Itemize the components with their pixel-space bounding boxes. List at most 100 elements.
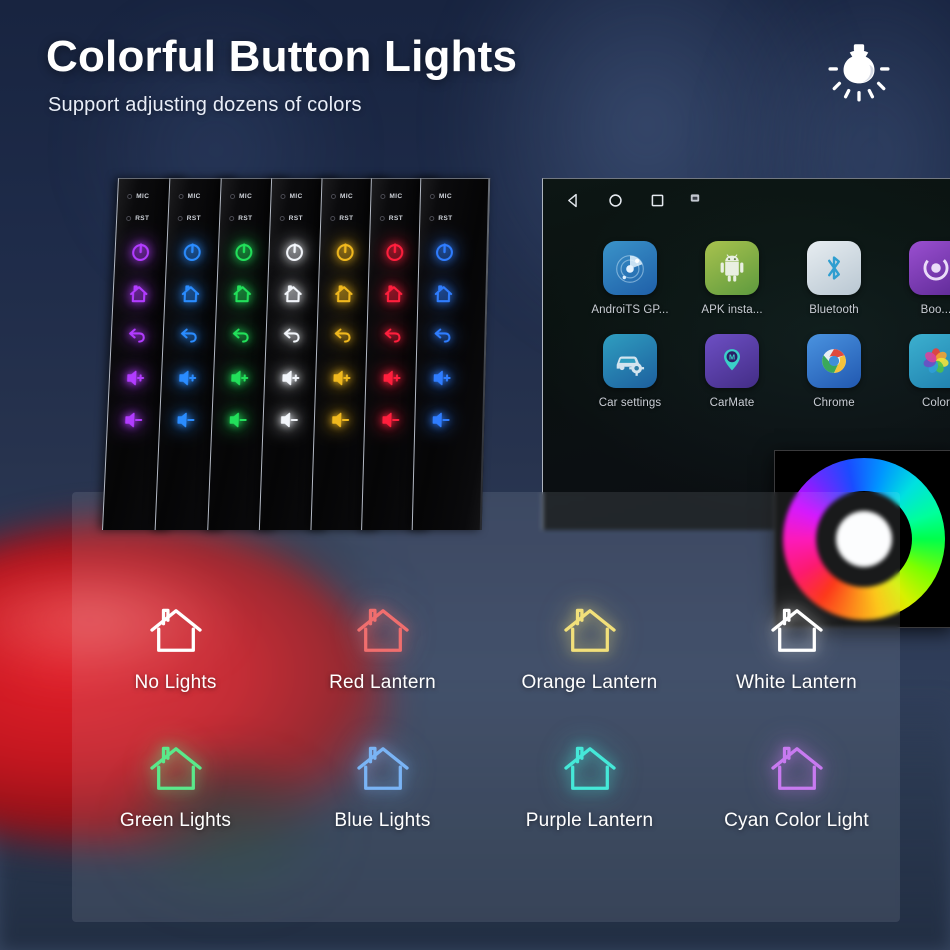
rst-hole[interactable] <box>177 216 183 221</box>
house-lantern-icon[interactable] <box>354 744 412 794</box>
home-icon[interactable] <box>333 283 356 305</box>
lantern-option[interactable]: Cyan Color Light <box>693 744 900 832</box>
mic-hole <box>380 194 386 199</box>
rst-label: RST <box>438 215 453 222</box>
volume-down-icon[interactable] <box>429 409 452 431</box>
android-navigation-bar <box>543 179 950 219</box>
header: Colorful Button Lights Support adjusting… <box>0 0 950 150</box>
home-icon[interactable] <box>282 283 305 305</box>
power-icon[interactable] <box>283 241 306 263</box>
power-icon[interactable] <box>334 241 357 263</box>
volume-up-icon[interactable] <box>380 367 403 389</box>
home-circle-icon[interactable] <box>607 192 624 209</box>
rst-label: RST <box>339 215 354 222</box>
home-icon[interactable] <box>127 283 150 305</box>
house-lantern-icon[interactable] <box>354 606 412 656</box>
app-tile[interactable] <box>909 241 950 295</box>
android-robot-icon <box>720 254 744 282</box>
volume-down-icon[interactable] <box>329 409 352 431</box>
back-icon[interactable] <box>381 325 404 347</box>
rst-hole[interactable] <box>330 216 336 221</box>
app-label: Car settings <box>598 397 662 409</box>
rst-hole[interactable] <box>379 216 385 221</box>
lantern-grid: No Lights Red Lantern Orange Lantern Whi… <box>72 606 900 832</box>
gps-radar-icon <box>616 255 644 283</box>
rst-hole[interactable] <box>279 216 285 221</box>
lantern-label: Blue Lights <box>334 810 431 831</box>
app-cell[interactable]: Color <box>885 334 950 409</box>
power-icon[interactable] <box>232 241 255 263</box>
app-label: Boo... <box>920 304 950 316</box>
volume-up-icon[interactable] <box>176 367 199 389</box>
lantern-option[interactable]: No Lights <box>72 606 279 694</box>
volume-up-icon[interactable] <box>330 367 353 389</box>
app-tile[interactable] <box>705 241 759 295</box>
volume-down-icon[interactable] <box>379 409 402 431</box>
app-cell[interactable]: APK insta... <box>681 241 783 316</box>
volume-down-icon[interactable] <box>174 409 197 431</box>
power-icon[interactable] <box>181 241 204 263</box>
volume-up-icon[interactable] <box>279 367 302 389</box>
mic-hole <box>229 194 236 199</box>
house-lantern-icon[interactable] <box>147 606 205 656</box>
volume-up-icon[interactable] <box>430 367 453 389</box>
back-icon[interactable] <box>229 325 252 347</box>
mic-label: MIC <box>135 193 150 200</box>
app-cell[interactable]: Car settings <box>579 334 681 409</box>
back-icon[interactable] <box>280 325 303 347</box>
lantern-option[interactable]: Green Lights <box>72 744 279 832</box>
volume-up-icon[interactable] <box>123 367 146 389</box>
mic-label: MIC <box>389 193 403 200</box>
lantern-label: Red Lantern <box>329 672 436 693</box>
lantern-label: White Lantern <box>736 672 857 693</box>
back-icon[interactable] <box>125 325 148 347</box>
volume-down-icon[interactable] <box>122 409 145 431</box>
booster-icon <box>923 255 949 281</box>
back-triangle-icon[interactable] <box>565 192 582 209</box>
app-cell[interactable]: Boo... <box>885 241 950 316</box>
app-cell[interactable]: AndroiTS GP... <box>579 241 681 316</box>
app-cell[interactable]: Chrome <box>783 334 885 409</box>
home-icon[interactable] <box>231 283 254 305</box>
app-tile[interactable] <box>807 241 861 295</box>
house-lantern-icon[interactable] <box>147 744 205 794</box>
house-lantern-icon[interactable] <box>561 744 619 794</box>
volume-up-icon[interactable] <box>228 367 251 389</box>
back-icon[interactable] <box>431 325 454 347</box>
home-icon[interactable] <box>382 283 405 305</box>
app-cell[interactable]: Bluetooth <box>783 241 885 316</box>
recents-square-icon[interactable] <box>649 192 666 209</box>
house-lantern-icon[interactable] <box>768 606 826 656</box>
app-cell[interactable]: M CarMate <box>681 334 783 409</box>
app-tile[interactable] <box>909 334 950 388</box>
app-tile[interactable] <box>603 241 657 295</box>
screenshot-icon[interactable] <box>689 192 701 204</box>
rst-hole[interactable] <box>229 216 235 221</box>
lantern-option[interactable]: White Lantern <box>693 606 900 694</box>
lantern-option[interactable]: Orange Lantern <box>486 606 693 694</box>
house-lantern-icon[interactable] <box>768 744 826 794</box>
volume-down-icon[interactable] <box>226 409 249 431</box>
power-icon[interactable] <box>433 241 456 263</box>
app-tile[interactable]: M <box>705 334 759 388</box>
app-tile[interactable] <box>807 334 861 388</box>
back-icon[interactable] <box>177 325 200 347</box>
lantern-option[interactable]: Purple Lantern <box>486 744 693 832</box>
lantern-option[interactable]: Blue Lights <box>279 744 486 832</box>
volume-down-icon[interactable] <box>277 409 300 431</box>
app-row: AndroiTS GP... APK insta... Bluetooth Bo… <box>579 241 950 316</box>
app-tile[interactable] <box>603 334 657 388</box>
rst-hole[interactable] <box>126 216 132 221</box>
home-icon[interactable] <box>432 283 455 305</box>
power-icon[interactable] <box>129 241 152 263</box>
rst-hole[interactable] <box>429 216 435 221</box>
power-icon[interactable] <box>384 241 407 263</box>
home-icon[interactable] <box>179 283 202 305</box>
house-lantern-icon[interactable] <box>561 606 619 656</box>
rst-label: RST <box>238 215 253 222</box>
mic-label: MIC <box>339 193 354 200</box>
back-icon[interactable] <box>331 325 354 347</box>
bluetooth-icon <box>828 256 840 280</box>
lantern-option[interactable]: Red Lantern <box>279 606 486 694</box>
carmate-pin-icon: M <box>724 349 740 371</box>
